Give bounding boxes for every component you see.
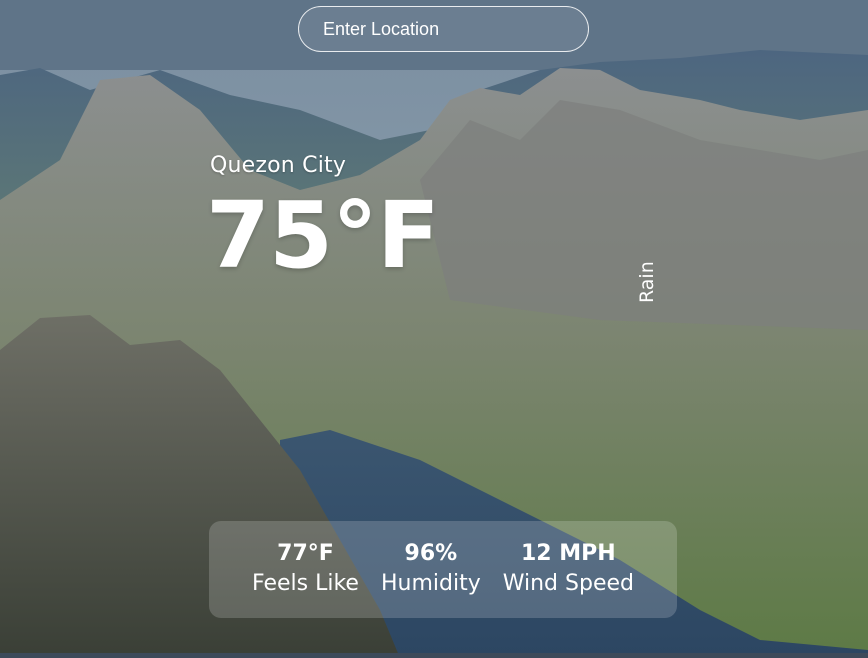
humidity-label: Humidity xyxy=(380,570,481,596)
weather-stats-panel: 77°F Feels Like 96% Humidity 12 MPH Wind… xyxy=(209,521,677,618)
feels-like-stat: 77°F Feels Like xyxy=(252,540,359,600)
wind-speed-label: Wind Speed xyxy=(502,570,634,596)
wind-speed-value: 12 MPH xyxy=(521,540,616,566)
feels-like-value: 77°F xyxy=(277,540,334,566)
humidity-stat: 96% Humidity xyxy=(381,540,481,600)
weather-condition: Rain xyxy=(636,261,658,303)
weather-app: Quezon City 75°F Rain 77°F Feels Like 96… xyxy=(0,0,868,658)
humidity-value: 96% xyxy=(404,540,458,566)
current-temperature: 75°F xyxy=(206,182,440,289)
bottom-edge-bar xyxy=(0,653,868,658)
city-name: Quezon City xyxy=(210,153,347,178)
feels-like-label: Feels Like xyxy=(252,570,359,596)
location-search-input[interactable] xyxy=(298,6,589,52)
wind-speed-stat: 12 MPH Wind Speed xyxy=(503,540,634,600)
